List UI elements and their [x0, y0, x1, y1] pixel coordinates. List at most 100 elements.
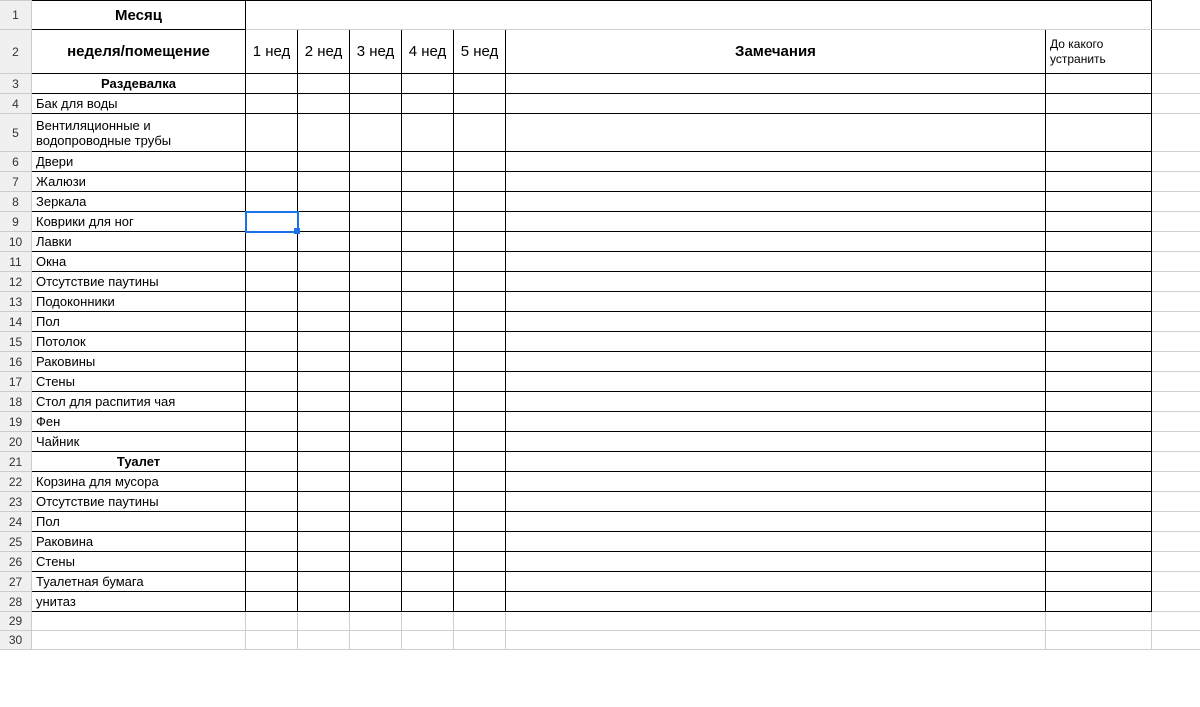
- notes-cell[interactable]: [506, 392, 1046, 412]
- week-cell[interactable]: [298, 94, 350, 114]
- deadline-cell[interactable]: [1046, 252, 1152, 272]
- week-cell[interactable]: [246, 312, 298, 332]
- week-cell[interactable]: [402, 192, 454, 212]
- row-number[interactable]: 11: [0, 252, 32, 272]
- row-number[interactable]: 8: [0, 192, 32, 212]
- week-cell[interactable]: [402, 532, 454, 552]
- cell[interactable]: [506, 631, 1046, 650]
- row-number[interactable]: 22: [0, 472, 32, 492]
- week-cell[interactable]: [402, 252, 454, 272]
- week-cell[interactable]: [454, 432, 506, 452]
- notes-cell[interactable]: [506, 232, 1046, 252]
- week-cell[interactable]: [454, 114, 506, 152]
- item-label[interactable]: Стол для распития чая: [32, 392, 246, 412]
- row-number[interactable]: 23: [0, 492, 32, 512]
- row-number[interactable]: 4: [0, 94, 32, 114]
- week-cell[interactable]: [298, 432, 350, 452]
- week-cell[interactable]: [454, 312, 506, 332]
- week-cell[interactable]: [454, 252, 506, 272]
- cell-rest[interactable]: [1152, 372, 1200, 392]
- notes-cell[interactable]: [506, 452, 1046, 472]
- week-cell[interactable]: [350, 94, 402, 114]
- week-cell[interactable]: [246, 412, 298, 432]
- deadline-cell[interactable]: [1046, 172, 1152, 192]
- notes-cell[interactable]: [506, 432, 1046, 452]
- section-header[interactable]: Раздевалка: [32, 74, 246, 94]
- week-cell[interactable]: [246, 152, 298, 172]
- item-label[interactable]: Коврики для ног: [32, 212, 246, 232]
- week-cell[interactable]: [298, 512, 350, 532]
- week-cell[interactable]: [454, 532, 506, 552]
- week-cell[interactable]: [454, 292, 506, 312]
- item-label[interactable]: Фен: [32, 412, 246, 432]
- deadline-cell[interactable]: [1046, 512, 1152, 532]
- deadline-cell[interactable]: [1046, 412, 1152, 432]
- week-cell[interactable]: [454, 392, 506, 412]
- week-cell[interactable]: [350, 74, 402, 94]
- cell-rest[interactable]: [1152, 232, 1200, 252]
- cell[interactable]: [246, 631, 298, 650]
- cell-rest[interactable]: [1152, 432, 1200, 452]
- notes-cell[interactable]: [506, 572, 1046, 592]
- week-cell[interactable]: [402, 492, 454, 512]
- item-label[interactable]: Потолок: [32, 332, 246, 352]
- week-cell[interactable]: [350, 212, 402, 232]
- cell-rest[interactable]: [1152, 74, 1200, 94]
- deadline-cell[interactable]: [1046, 572, 1152, 592]
- deadline-cell[interactable]: [1046, 212, 1152, 232]
- notes-cell[interactable]: [506, 512, 1046, 532]
- week-cell[interactable]: [298, 372, 350, 392]
- week-cell[interactable]: [454, 592, 506, 612]
- deadline-cell[interactable]: [1046, 532, 1152, 552]
- cell-rest[interactable]: [1152, 592, 1200, 612]
- notes-cell[interactable]: [506, 352, 1046, 372]
- deadline-cell[interactable]: [1046, 292, 1152, 312]
- row-number[interactable]: 26: [0, 552, 32, 572]
- cell-rest[interactable]: [1152, 612, 1200, 631]
- notes-cell[interactable]: [506, 172, 1046, 192]
- week-cell[interactable]: [246, 172, 298, 192]
- week-cell[interactable]: [454, 572, 506, 592]
- week-cell[interactable]: [246, 392, 298, 412]
- week-cell[interactable]: [402, 114, 454, 152]
- header-notes[interactable]: Замечания: [506, 30, 1046, 74]
- cell[interactable]: [506, 612, 1046, 631]
- item-label[interactable]: Двери: [32, 152, 246, 172]
- notes-cell[interactable]: [506, 592, 1046, 612]
- item-label[interactable]: Пол: [32, 312, 246, 332]
- notes-cell[interactable]: [506, 492, 1046, 512]
- week-cell[interactable]: [246, 492, 298, 512]
- cell-rest[interactable]: [1152, 332, 1200, 352]
- row-number[interactable]: 27: [0, 572, 32, 592]
- item-label[interactable]: Жалюзи: [32, 172, 246, 192]
- item-label[interactable]: унитаз: [32, 592, 246, 612]
- notes-cell[interactable]: [506, 472, 1046, 492]
- week-cell[interactable]: [350, 572, 402, 592]
- cell-rest[interactable]: [1152, 114, 1200, 152]
- item-label[interactable]: Бак для воды: [32, 94, 246, 114]
- row-number[interactable]: 6: [0, 152, 32, 172]
- row-number[interactable]: 19: [0, 412, 32, 432]
- week-cell[interactable]: [402, 512, 454, 532]
- header-week-3[interactable]: 3 нед: [350, 30, 402, 74]
- week-cell[interactable]: [350, 492, 402, 512]
- week-cell[interactable]: [298, 192, 350, 212]
- deadline-cell[interactable]: [1046, 94, 1152, 114]
- week-cell[interactable]: [298, 392, 350, 412]
- week-cell[interactable]: [454, 74, 506, 94]
- cell-rest[interactable]: [1152, 192, 1200, 212]
- notes-cell[interactable]: [506, 372, 1046, 392]
- week-cell[interactable]: [298, 272, 350, 292]
- week-cell[interactable]: [402, 272, 454, 292]
- week-cell[interactable]: [350, 532, 402, 552]
- item-label[interactable]: Чайник: [32, 432, 246, 452]
- notes-cell[interactable]: [506, 532, 1046, 552]
- week-cell[interactable]: [454, 512, 506, 532]
- deadline-cell[interactable]: [1046, 74, 1152, 94]
- notes-cell[interactable]: [506, 552, 1046, 572]
- cell[interactable]: [1046, 612, 1152, 631]
- cell[interactable]: [298, 631, 350, 650]
- item-label[interactable]: Лавки: [32, 232, 246, 252]
- cell-rest[interactable]: [1152, 472, 1200, 492]
- row-number[interactable]: 24: [0, 512, 32, 532]
